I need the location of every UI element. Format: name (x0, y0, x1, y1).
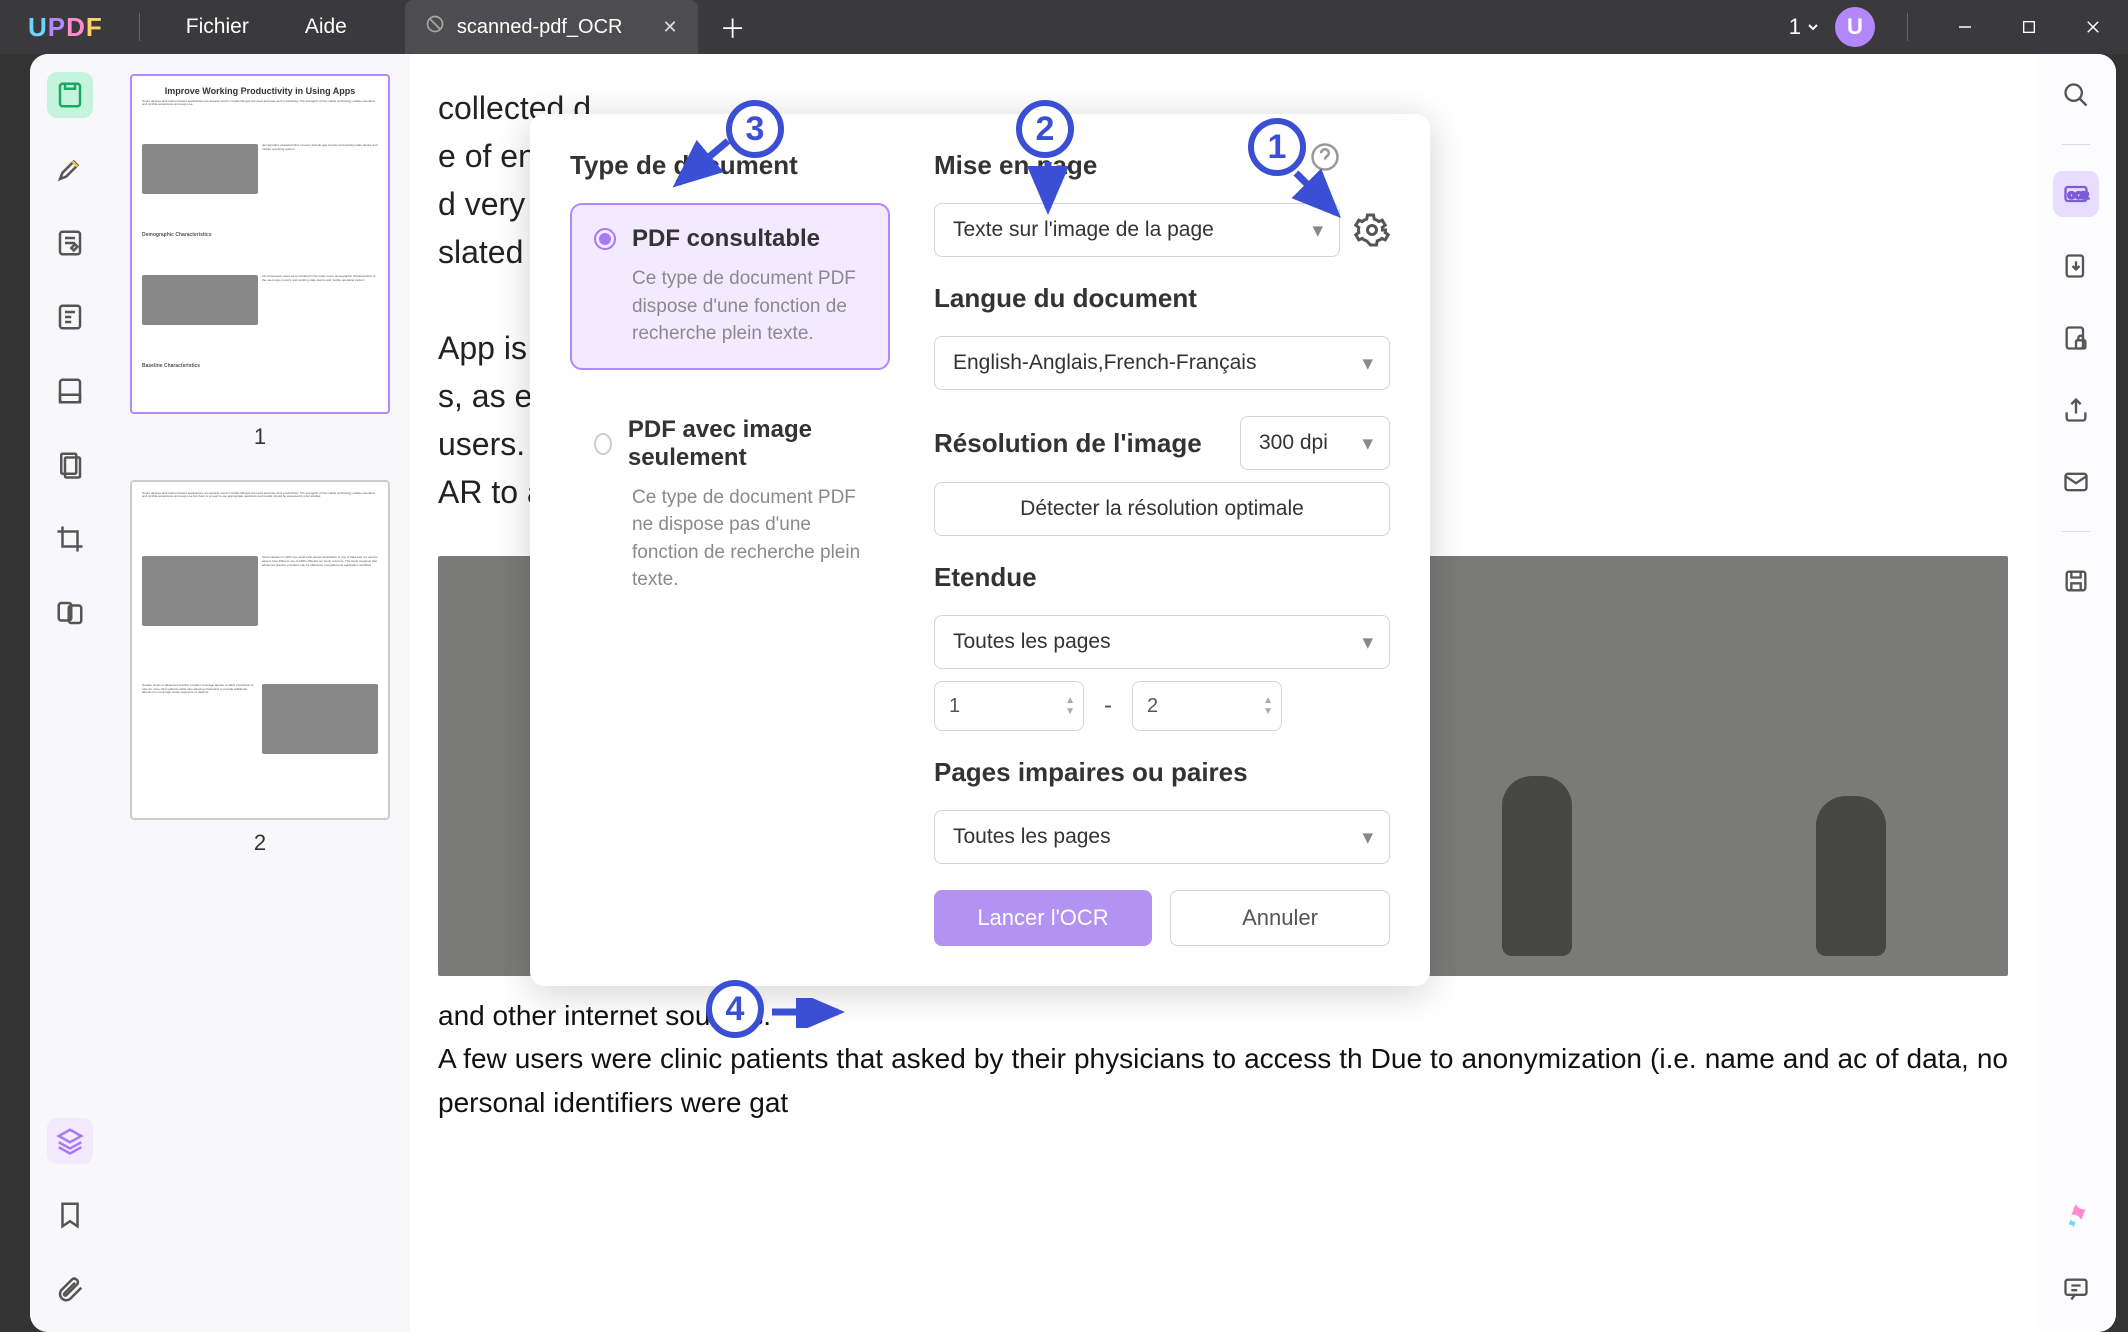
tab-doc-icon (425, 14, 445, 40)
detect-resolution-button[interactable]: Détecter la résolution optimale (934, 482, 1390, 536)
close-button[interactable] (2068, 7, 2118, 47)
ocr-panel: Type de document PDF consultable Ce type… (530, 114, 1430, 986)
layout-dropdown[interactable]: Texte sur l'image de la page ▾ (934, 203, 1340, 257)
thumbnail-page-2[interactable]: Smart devices and internet-based applica… (130, 480, 390, 820)
chevron-down-icon: ▾ (1362, 431, 1373, 456)
range-from-input[interactable]: 1 ▲▼ (934, 681, 1084, 731)
option-image-only-pdf[interactable]: PDF avec image seulement Ce type de docu… (570, 394, 890, 616)
thumbnail-panel: Improve Working Productivity in Using Ap… (110, 54, 410, 1332)
bookmark-tool[interactable] (47, 1192, 93, 1238)
tab-close-icon[interactable]: ✕ (663, 17, 678, 38)
form-tool[interactable] (47, 294, 93, 340)
resolution-dropdown[interactable]: 300 dpi ▾ (1240, 416, 1390, 470)
highlight-tool[interactable] (47, 146, 93, 192)
language-title: Langue du document (934, 283, 1390, 314)
radio-icon (594, 433, 612, 455)
menu-file[interactable]: Fichier (158, 15, 277, 39)
left-toolbar (30, 54, 110, 1332)
odd-even-title: Pages impaires ou paires (934, 757, 1390, 788)
crop-tool[interactable] (47, 516, 93, 562)
option-searchable-pdf[interactable]: PDF consultable Ce type de document PDF … (570, 203, 890, 370)
chevron-down-icon: ▾ (1362, 351, 1373, 376)
launch-ocr-button[interactable]: Lancer l'OCR (934, 890, 1152, 946)
thumbnail-page-1[interactable]: Improve Working Productivity in Using Ap… (130, 74, 390, 414)
range-dropdown[interactable]: Toutes les pages ▾ (934, 615, 1390, 669)
chevron-down-icon: ▾ (1312, 218, 1323, 243)
menu-help[interactable]: Aide (277, 15, 375, 39)
comment-tool[interactable] (2053, 1266, 2099, 1312)
new-tab-button[interactable]: ＋ (720, 9, 746, 46)
convert-tool[interactable] (2053, 243, 2099, 289)
help-icon[interactable] (1310, 142, 1340, 172)
attachment-tool[interactable] (47, 1266, 93, 1312)
right-toolbar: OCR (2036, 54, 2116, 1332)
range-title: Etendue (934, 562, 1390, 593)
app-logo: UPDF (10, 12, 121, 43)
protect-tool[interactable] (2053, 315, 2099, 361)
user-avatar[interactable]: U (1835, 7, 1875, 47)
tab-title: scanned-pdf_OCR (457, 16, 623, 39)
divider (139, 13, 140, 41)
doc-type-title: Type de document (570, 150, 890, 181)
odd-even-dropdown[interactable]: Toutes les pages ▾ (934, 810, 1390, 864)
compare-tool[interactable] (47, 590, 93, 636)
language-dropdown[interactable]: English-Anglais,French-Français ▾ (934, 336, 1390, 390)
document-viewport[interactable]: collected d e of entry d d very simp sla… (410, 54, 2036, 1332)
share-tool[interactable] (2053, 387, 2099, 433)
range-to-input[interactable]: 2 ▲▼ (1132, 681, 1282, 731)
svg-text:OCR: OCR (2068, 191, 2089, 201)
thumbnail-number-1: 1 (128, 424, 392, 450)
email-tool[interactable] (2053, 459, 2099, 505)
ai-tool[interactable] (2053, 1194, 2099, 1240)
layers-tool[interactable] (47, 1118, 93, 1164)
page-tool[interactable] (47, 368, 93, 414)
gear-icon[interactable] (1354, 212, 1390, 248)
radio-icon (594, 228, 616, 250)
search-tool[interactable] (2053, 72, 2099, 118)
minimize-button[interactable] (1940, 7, 1990, 47)
thumbnail-number-2: 2 (128, 830, 392, 856)
reader-tool[interactable] (47, 72, 93, 118)
document-tab[interactable]: scanned-pdf_OCR ✕ (405, 0, 698, 54)
chevron-down-icon: ▾ (1362, 825, 1373, 850)
ocr-tool[interactable]: OCR (2053, 171, 2099, 217)
edit-tool[interactable] (47, 220, 93, 266)
organize-tool[interactable] (47, 442, 93, 488)
maximize-button[interactable] (2004, 7, 2054, 47)
resolution-title: Résolution de l'image (934, 428, 1202, 459)
document-body-text: and other internet sources. A few users … (438, 994, 2008, 1124)
chevron-down-icon: ▾ (1362, 630, 1373, 655)
titlebar: UPDF Fichier Aide scanned-pdf_OCR ✕ ＋ 1 … (0, 0, 2128, 54)
cancel-button[interactable]: Annuler (1170, 890, 1390, 946)
save-tool[interactable] (2053, 558, 2099, 604)
window-count[interactable]: 1 (1789, 14, 1821, 40)
